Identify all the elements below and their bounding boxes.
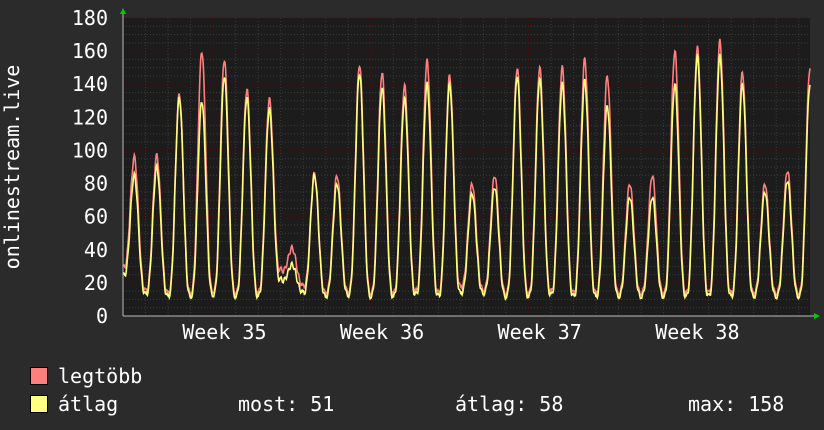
y-axis-label: onlinestream.live: [0, 65, 24, 270]
x-axis-arrow: [814, 313, 820, 319]
y-tick-label: 60: [84, 205, 108, 229]
legend-label-max: legtöbb: [58, 364, 143, 388]
legend-label-avg: átlag: [58, 392, 119, 416]
x-tick-label: Week 38: [655, 320, 739, 344]
y-tick-label: 160: [72, 39, 108, 63]
y-tick-label: 40: [84, 238, 108, 262]
stat-max: max: 158: [688, 392, 785, 416]
stat-now: most: 51: [238, 392, 335, 416]
legend-swatch-max: [30, 367, 48, 385]
y-tick-label: 120: [72, 105, 108, 129]
legend-row-avg: átlag most: 51 átlag: 58 max: 158: [30, 390, 810, 418]
x-tick-labels: Week 35 Week 36 Week 37 Week 38: [182, 320, 739, 344]
y-tick-label: 20: [84, 271, 108, 295]
y-tick-label: 0: [96, 304, 108, 328]
legend-swatch-avg: [30, 395, 48, 413]
chart: 020406080100120140160180 Week 35 Week 36 W…: [0, 6, 820, 344]
y-tick-label: 180: [72, 6, 108, 30]
legend-row-max: legtöbb: [30, 362, 810, 390]
x-tick-label: Week 37: [498, 320, 582, 344]
y-axis-arrow: [120, 8, 126, 14]
legend: legtöbb átlag most: 51 átlag: 58 max: 15…: [30, 362, 810, 418]
y-tick-labels: 0 20 40 60 80 100 120 140 160 180: [72, 6, 108, 328]
stat-average: átlag: 58: [455, 392, 564, 416]
x-tick-label: Week 36: [340, 320, 424, 344]
x-tick-label: Week 35: [182, 320, 266, 344]
y-tick-label: 140: [72, 72, 108, 96]
y-tick-label: 100: [72, 138, 108, 162]
y-tick-label: 80: [84, 172, 108, 196]
